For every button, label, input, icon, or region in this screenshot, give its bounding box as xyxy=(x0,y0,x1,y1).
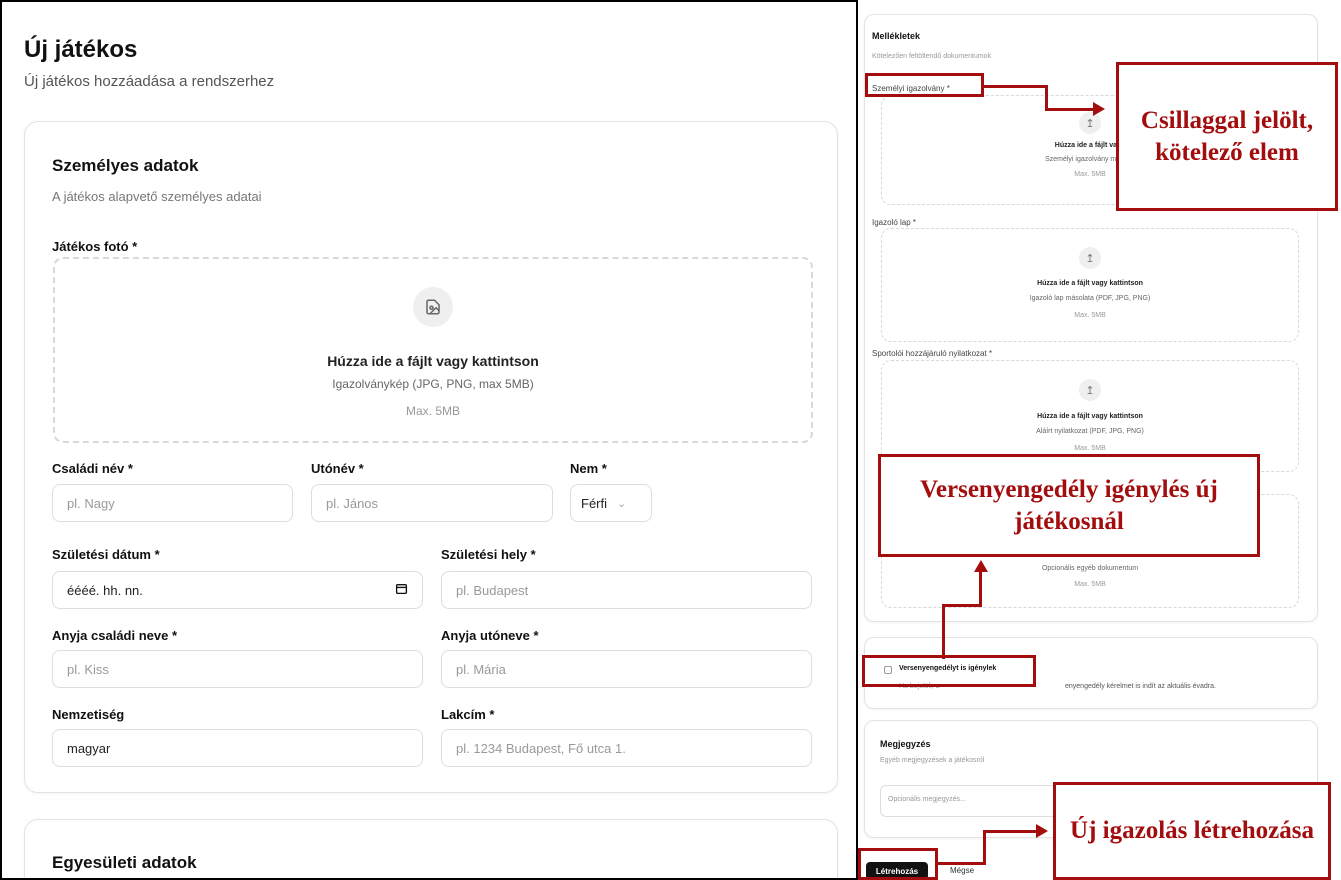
last-name-input[interactable]: pl. Nagy xyxy=(52,484,293,522)
photo-drop-max: Max. 5MB xyxy=(405,404,460,418)
image-file-icon xyxy=(413,287,453,327)
mother-first-name-label: Anyja utóneve * xyxy=(441,628,539,643)
required-callout: Csillaggal jelölt, kötelező elem xyxy=(1116,62,1338,211)
cert-dropzone[interactable]: ↥ Húzza ide a fájlt vagy kattintson Igaz… xyxy=(881,228,1299,342)
other-drop-hint: Opcionális egyéb dokumentum xyxy=(1041,565,1139,572)
create-callout: Új igazolás létrehozása xyxy=(1053,782,1331,880)
address-label: Lakcím * xyxy=(441,707,495,722)
create-highlight xyxy=(858,848,938,880)
club-card-title: Egyesületi adatok xyxy=(52,853,197,872)
notes-subtitle: Egyéb megjegyzések a játékosról xyxy=(880,757,985,764)
upload-icon: ↥ xyxy=(1079,379,1101,401)
gender-label: Nem * xyxy=(570,461,607,476)
photo-drop-hint: Igazolványkép (JPG, PNG, max 5MB) xyxy=(332,377,534,391)
nationality-label: Nemzetiség xyxy=(52,707,125,722)
birth-date-label: Születési dátum * xyxy=(52,547,160,562)
player-form-pane: Új játékos Új játékos hozzáadása a rends… xyxy=(0,0,858,880)
license-note-end: enyengedély kérelmet is indít az aktuáli… xyxy=(1065,683,1216,690)
cert-drop-text: Húzza ide a fájlt vagy kattintson xyxy=(1037,280,1143,287)
required-connector xyxy=(1045,108,1095,111)
cert-drop-hint: Igazoló lap másolata (PDF, JPG, PNG) xyxy=(1029,295,1151,302)
gender-value: Férfi xyxy=(581,495,607,511)
personal-data-card: Személyes adatok A játékos alapvető szem… xyxy=(24,121,838,793)
chevron-down-icon: ⌄ xyxy=(617,497,627,510)
cancel-button[interactable]: Mégse xyxy=(950,866,974,875)
mother-last-name-input[interactable]: pl. Kiss xyxy=(52,650,423,688)
last-name-label: Családi név * xyxy=(52,461,133,476)
attachments-pane: Mellékletek Kötelezően feltöltendő dokum… xyxy=(858,0,1341,880)
license-connector xyxy=(942,604,945,659)
consent-label: Sportolói hozzájáruló nyilatkozat * xyxy=(872,349,993,358)
club-data-card: Egyesületi adatok xyxy=(24,819,838,878)
cert-drop-max: Max. 5MB xyxy=(1074,312,1106,319)
required-connector xyxy=(984,85,1048,88)
license-connector xyxy=(979,571,982,607)
page-subtitle: Új játékos hozzáadása a rendszerhez xyxy=(24,73,275,90)
first-name-input[interactable]: pl. János xyxy=(311,484,553,522)
create-arrow xyxy=(1036,824,1048,838)
calendar-icon[interactable] xyxy=(395,582,408,598)
birth-date-value: éééé. hh. nn. xyxy=(67,582,143,598)
birth-place-label: Születési hely * xyxy=(441,547,536,562)
gender-select[interactable]: Férfi ⌄ xyxy=(570,484,652,522)
notes-title: Megjegyzés xyxy=(880,739,931,749)
other-drop-max: Max. 5MB xyxy=(1074,581,1106,588)
create-connector xyxy=(983,830,986,865)
attachments-subtitle: Kötelezően feltöltendő dokumentumok xyxy=(872,53,992,60)
photo-label: Játékos fotó * xyxy=(52,239,138,254)
cert-label: Igazoló lap * xyxy=(872,218,917,227)
page-title: Új játékos xyxy=(24,36,138,63)
birth-place-input[interactable]: pl. Budapest xyxy=(441,571,812,609)
required-arrow xyxy=(1093,102,1105,116)
consent-drop-text: Húzza ide a fájlt vagy kattintson xyxy=(1037,413,1143,420)
license-highlight xyxy=(862,655,1036,687)
attachments-title: Mellékletek xyxy=(872,31,921,41)
mother-first-name-input[interactable]: pl. Mária xyxy=(441,650,812,688)
photo-dropzone[interactable]: Húzza ide a fájlt vagy kattintson Igazol… xyxy=(53,257,813,443)
mother-last-name-label: Anyja családi neve * xyxy=(52,628,178,643)
create-connector xyxy=(983,830,1038,833)
address-input[interactable]: pl. 1234 Budapest, Fő utca 1. xyxy=(441,729,812,767)
nationality-input[interactable]: magyar xyxy=(52,729,423,767)
consent-drop-max: Max. 5MB xyxy=(1074,445,1106,452)
first-name-label: Utónév * xyxy=(311,461,364,476)
personal-card-title: Személyes adatok xyxy=(52,156,199,175)
required-field-highlight xyxy=(865,73,984,97)
upload-icon: ↥ xyxy=(1079,247,1101,269)
consent-drop-hint: Aláírt nyilatkozat (PDF, JPG, PNG) xyxy=(1036,428,1144,435)
personal-card-subtitle: A játékos alapvető személyes adatai xyxy=(52,189,262,204)
photo-drop-text: Húzza ide a fájlt vagy kattintson xyxy=(327,353,539,369)
license-connector xyxy=(942,604,982,607)
create-connector xyxy=(938,862,986,865)
birth-date-input[interactable]: éééé. hh. nn. xyxy=(52,571,423,609)
license-callout: Versenyengedély igénylés új játékosnál xyxy=(878,454,1260,557)
notes-textarea[interactable]: Opcionális megjegyzés... xyxy=(880,785,1060,817)
